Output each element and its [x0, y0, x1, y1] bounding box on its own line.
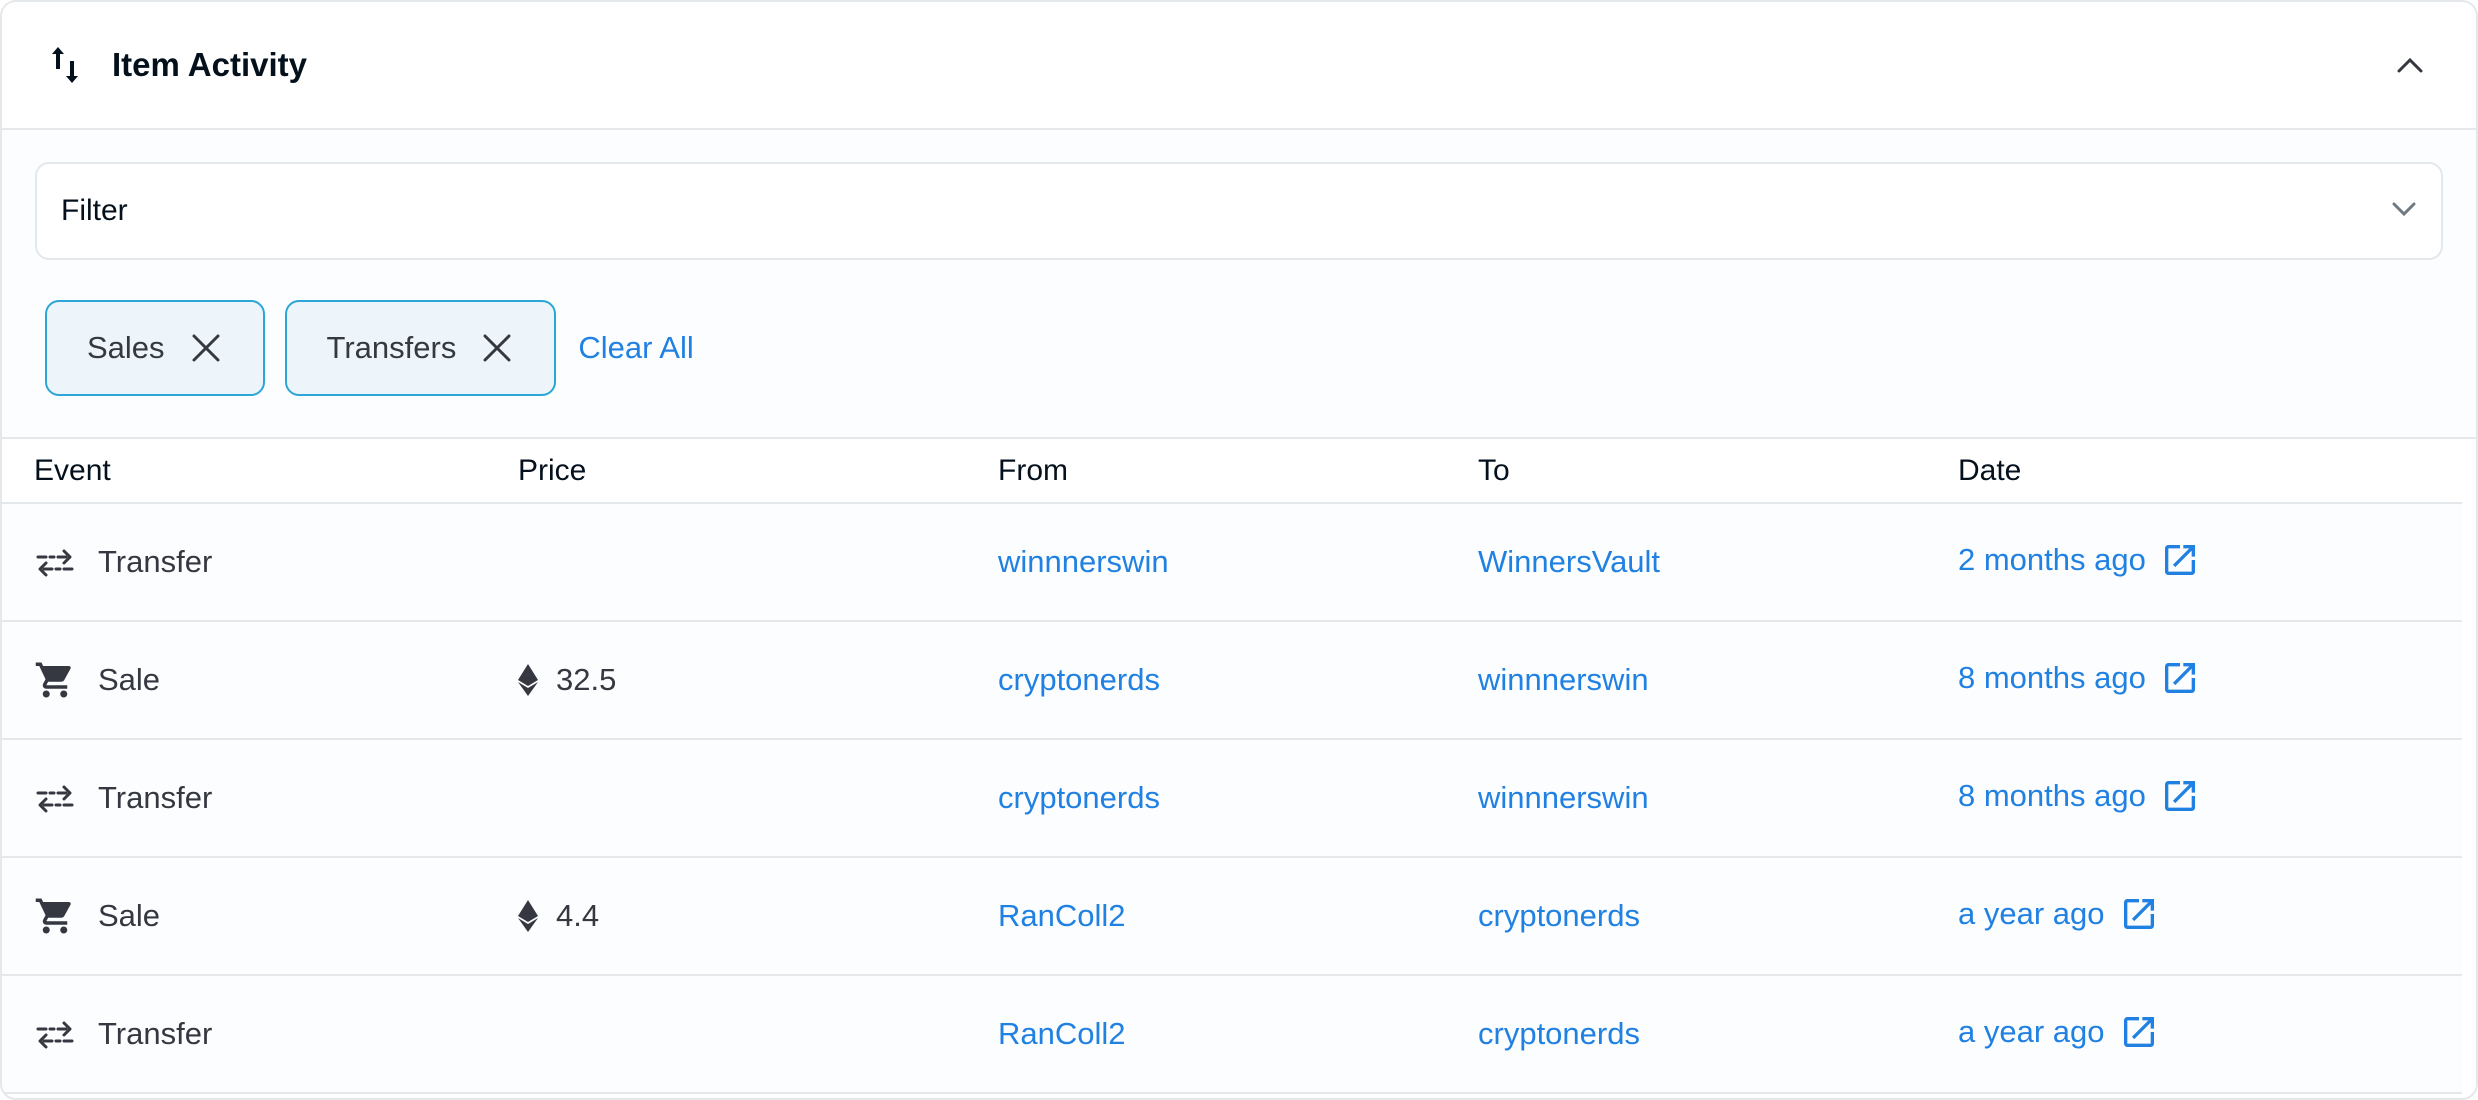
close-icon[interactable]	[480, 331, 514, 365]
event-cell: Sale	[2, 857, 518, 975]
filter-chip-sales[interactable]: Sales	[45, 300, 265, 396]
price-cell-content: 4.4	[518, 898, 998, 934]
arrows-up-down-icon	[50, 43, 86, 87]
filter-dropdown[interactable]: Filter	[35, 162, 2443, 260]
from-cell: winnnerswin	[998, 503, 1478, 621]
to-cell: winnnerswin	[1478, 621, 1958, 739]
event-cell: Sale	[2, 621, 518, 739]
transfer-icon	[34, 1013, 76, 1055]
from-account-link[interactable]: RanColl2	[998, 898, 1126, 933]
date-link[interactable]: a year ago	[1958, 1014, 2105, 1050]
external-link-icon[interactable]	[2160, 775, 2202, 817]
price-cell: 4.4	[518, 857, 998, 975]
table-row: Transfer winnnerswin WinnersVault 2 mont…	[2, 503, 2462, 621]
clear-all-link[interactable]: Clear All	[578, 330, 693, 366]
price-cell	[518, 503, 998, 621]
date-cell: a year ago	[1958, 857, 2462, 975]
to-cell: cryptonerds	[1478, 857, 1958, 975]
event-label: Transfer	[98, 1016, 213, 1051]
external-link-icon[interactable]	[2119, 893, 2161, 935]
table-row: Transfer RanColl2 cryptonerds a year ago	[2, 975, 2462, 1093]
column-header-event: Event	[2, 439, 518, 504]
from-account-link[interactable]: winnnerswin	[998, 544, 1169, 579]
to-cell: WinnersVault	[1478, 503, 1958, 621]
to-account-link[interactable]: WinnersVault	[1478, 544, 1660, 579]
to-account-link[interactable]: cryptonerds	[1478, 898, 1640, 933]
to-account-link[interactable]: winnnerswin	[1478, 780, 1649, 815]
column-header-date: Date	[1958, 439, 2462, 504]
from-account-link[interactable]: RanColl2	[998, 1016, 1126, 1051]
date-cell: 8 months ago	[1958, 621, 2462, 739]
from-cell: RanColl2	[998, 975, 1478, 1093]
transfer-icon	[34, 541, 76, 583]
table-header-row: Event Price From To Date	[2, 439, 2462, 504]
chevron-down-icon	[2391, 201, 2417, 222]
filter-chip-transfers[interactable]: Transfers	[284, 300, 557, 396]
ethereum-icon	[518, 664, 540, 696]
chevron-up-icon[interactable]	[2390, 45, 2430, 85]
event-label: Transfer	[98, 780, 213, 815]
panel-header[interactable]: Item Activity	[2, 2, 2476, 130]
date-link[interactable]: a year ago	[1958, 896, 2105, 932]
price-cell	[518, 739, 998, 857]
external-link-icon[interactable]	[2119, 1011, 2161, 1053]
from-account-link[interactable]: cryptonerds	[998, 780, 1160, 815]
to-account-link[interactable]: winnnerswin	[1478, 662, 1649, 697]
date-cell: a year ago	[1958, 975, 2462, 1093]
price-value: 4.4	[556, 898, 600, 933]
date-link[interactable]: 8 months ago	[1958, 660, 2146, 696]
column-header-to: To	[1478, 439, 1958, 504]
to-cell: winnnerswin	[1478, 739, 1958, 857]
cart-icon	[34, 895, 76, 937]
chip-label: Sales	[87, 330, 165, 365]
to-cell: cryptonerds	[1478, 975, 1958, 1093]
price-cell-content: 32.5	[518, 662, 998, 698]
active-filters: Sales Transfers Clear All	[45, 300, 2443, 396]
price-value: 32.5	[556, 662, 617, 697]
item-activity-panel: Item Activity Filter Sales Transfers Cle…	[0, 0, 2478, 1100]
event-cell: Transfer	[2, 739, 518, 857]
panel-title: Item Activity	[112, 46, 308, 83]
close-icon[interactable]	[189, 331, 223, 365]
external-link-icon[interactable]	[2160, 657, 2202, 699]
filter-label: Filter	[61, 194, 128, 227]
price-cell: 32.5	[518, 621, 998, 739]
ethereum-icon	[518, 900, 540, 932]
event-label: Sale	[98, 662, 161, 697]
from-cell: cryptonerds	[998, 739, 1478, 857]
table-row: Sale 32.5 cryptonerds winnnerswin 8 mont…	[2, 621, 2462, 739]
transfer-icon	[34, 777, 76, 819]
activity-table: Event Price From To Date Transfer winnne…	[2, 439, 2462, 1094]
column-header-price: Price	[518, 439, 998, 504]
event-cell: Transfer	[2, 975, 518, 1093]
price-cell	[518, 975, 998, 1093]
table-row: Transfer cryptonerds winnnerswin 8 month…	[2, 739, 2462, 857]
event-cell: Transfer	[2, 503, 518, 621]
table-row: Sale 4.4 RanColl2 cryptonerds a year ago	[2, 857, 2462, 975]
external-link-icon[interactable]	[2160, 539, 2202, 581]
filter-area: Filter Sales Transfers Clear All	[2, 130, 2476, 439]
from-cell: RanColl2	[998, 857, 1478, 975]
to-account-link[interactable]: cryptonerds	[1478, 1016, 1640, 1051]
column-header-from: From	[998, 439, 1478, 504]
from-cell: cryptonerds	[998, 621, 1478, 739]
cart-icon	[34, 659, 76, 701]
from-account-link[interactable]: cryptonerds	[998, 662, 1160, 697]
date-link[interactable]: 2 months ago	[1958, 542, 2146, 578]
chip-label: Transfers	[326, 330, 457, 365]
event-label: Transfer	[98, 544, 213, 579]
event-label: Sale	[98, 898, 161, 933]
date-link[interactable]: 8 months ago	[1958, 778, 2146, 814]
date-cell: 8 months ago	[1958, 739, 2462, 857]
date-cell: 2 months ago	[1958, 503, 2462, 621]
